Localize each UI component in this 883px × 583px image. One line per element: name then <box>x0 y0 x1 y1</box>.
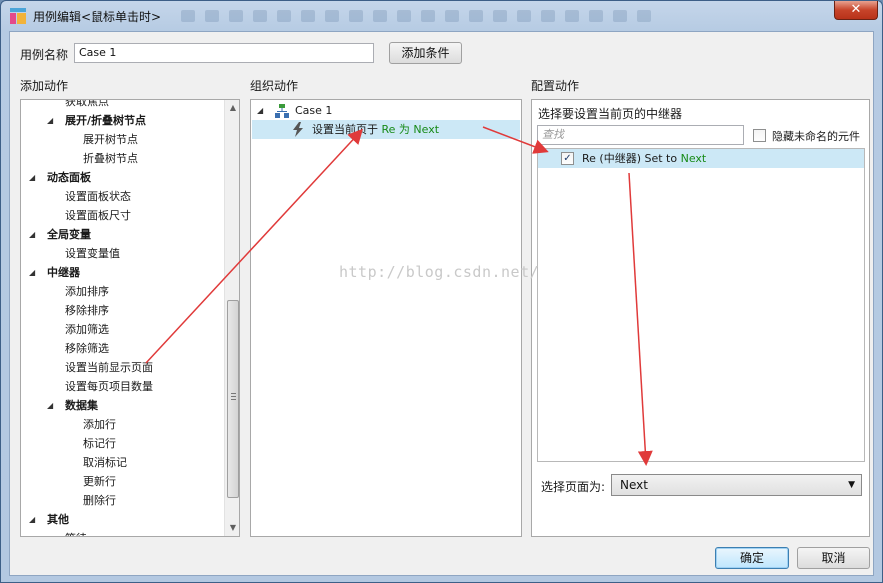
action-item[interactable]: 移除筛选 <box>21 339 221 358</box>
watermark: http://blog.csdn.net/ <box>339 263 540 281</box>
repeater-list: ✓ Re (中继器) Set to Next <box>537 148 865 462</box>
repeater-item-value: Next <box>680 152 707 165</box>
action-label: 更新行 <box>83 475 116 488</box>
selected-action-row[interactable]: 设置当前页于 Re 为 Next <box>252 120 520 139</box>
organize-actions-header: 组织动作 <box>250 79 299 93</box>
case-tree-icon <box>275 104 289 118</box>
scroll-up-arrow-icon[interactable]: ▲ <box>225 100 239 116</box>
select-page-dropdown[interactable]: Next ▼ <box>611 474 862 496</box>
tree-scrollbar[interactable]: ▲ ▼ <box>224 100 239 536</box>
add-actions-tree: 获取焦点 ◢ 展开/折叠树节点展开树节点折叠树节点 ◢ 动态面板设置面板状态 设置面板尺寸… <box>20 99 240 537</box>
action-item[interactable]: 等待 <box>21 529 221 536</box>
action-label: 添加筛选 <box>65 323 109 336</box>
select-page-value: Next <box>620 478 648 492</box>
repeater-search-input[interactable]: 查找 <box>537 125 744 145</box>
collapse-triangle-icon[interactable]: ◢ <box>47 111 53 130</box>
action-category[interactable]: ◢ 全局变量 <box>21 225 221 244</box>
title-bar[interactable]: 用例编辑<鼠标单击时> ✕ <box>1 1 882 31</box>
action-item[interactable]: 展开树节点 <box>21 130 221 149</box>
action-item[interactable]: 标记行 <box>21 434 221 453</box>
action-item[interactable]: 添加筛选 <box>21 320 221 339</box>
background-toolbar <box>181 7 781 25</box>
action-label: 取消标记 <box>83 456 127 469</box>
action-label: 移除筛选 <box>65 342 109 355</box>
action-category[interactable]: ◢ 中继器 <box>21 263 221 282</box>
action-group[interactable]: ◢ 展开/折叠树节点 <box>21 111 221 130</box>
collapse-triangle-icon[interactable]: ◢ <box>29 225 35 244</box>
action-label: 展开树节点 <box>83 133 138 146</box>
action-item[interactable]: 设置当前显示页面 <box>21 358 221 377</box>
collapse-triangle-icon[interactable]: ◢ <box>47 396 53 415</box>
action-item[interactable]: 移除排序 <box>21 301 221 320</box>
action-label: 数据集 <box>65 399 98 412</box>
select-page-label: 选择页面为: <box>541 480 606 494</box>
add-condition-button[interactable]: 添加条件 <box>389 42 462 64</box>
action-label: 设置面板尺寸 <box>65 209 131 222</box>
repeater-item-checkbox[interactable]: ✓ <box>561 152 574 165</box>
add-actions-header: 添加动作 <box>20 79 69 93</box>
action-item[interactable]: 设置面板尺寸 <box>21 206 221 225</box>
configure-actions-panel: 选择要设置当前页的中继器 查找 隐藏未命名的元件 ✓ Re (中继器) Set … <box>531 99 870 537</box>
action-prefix: 设置当前页于 <box>312 123 382 136</box>
collapse-triangle-icon[interactable]: ◢ <box>29 510 35 529</box>
action-item[interactable]: 更新行 <box>21 472 221 491</box>
action-label: 标记行 <box>83 437 116 450</box>
action-label: 设置面板状态 <box>65 190 131 203</box>
collapse-triangle-icon[interactable]: ◢ <box>29 263 35 282</box>
action-item[interactable]: 设置每页项目数量 <box>21 377 221 396</box>
repeater-subheader: 选择要设置当前页的中继器 <box>538 107 683 121</box>
action-label: 等待 <box>65 529 87 536</box>
action-label: 动态面板 <box>47 171 91 184</box>
collapse-triangle-icon[interactable]: ◢ <box>257 101 263 120</box>
case-name-label: 用例名称 <box>20 48 69 62</box>
action-label: 设置变量值 <box>65 247 120 260</box>
dialog-body: 用例名称 Case 1 添加条件 添加动作 组织动作 配置动作 获取焦点 ◢ 展开/… <box>9 31 874 576</box>
ok-button[interactable]: 确定 <box>715 547 789 569</box>
action-label: 设置当前显示页面 <box>65 361 153 374</box>
action-item[interactable]: 取消标记 <box>21 453 221 472</box>
scroll-thumb[interactable] <box>227 300 239 498</box>
action-label: 其他 <box>47 513 69 526</box>
action-label: 移除排序 <box>65 304 109 317</box>
hide-unnamed-checkbox[interactable] <box>753 129 766 142</box>
lightning-icon <box>293 122 303 137</box>
action-item[interactable]: 添加排序 <box>21 282 221 301</box>
organize-actions-tree: ◢ Case 1 设置当前页于 Re 为 Next <box>250 99 522 537</box>
action-label: 全局变量 <box>47 228 91 241</box>
action-label: 添加排序 <box>65 285 109 298</box>
action-item[interactable]: 折叠树节点 <box>21 149 221 168</box>
action-item[interactable]: 删除行 <box>21 491 221 510</box>
dialog-window: 用例编辑<鼠标单击时> ✕ 用例名称 Case 1 添加条件 添加动作 组织动作… <box>0 0 883 583</box>
action-item[interactable]: 添加行 <box>21 415 221 434</box>
case-name-input[interactable]: Case 1 <box>74 43 374 63</box>
action-label: 折叠树节点 <box>83 152 138 165</box>
action-label: 设置每页项目数量 <box>65 380 153 393</box>
action-target: Re 为 Next <box>381 123 440 136</box>
close-button[interactable]: ✕ <box>834 1 878 20</box>
configure-actions-header: 配置动作 <box>531 79 580 93</box>
action-group[interactable]: ◢ 数据集 <box>21 396 221 415</box>
repeater-item[interactable]: ✓ Re (中继器) Set to Next <box>538 149 864 168</box>
action-label: 中继器 <box>47 266 80 279</box>
window-title: 用例编辑<鼠标单击时> <box>33 10 162 24</box>
hide-unnamed-label: 隐藏未命名的元件 <box>772 130 860 143</box>
cancel-button[interactable]: 取消 <box>797 547 870 569</box>
action-label: 添加行 <box>83 418 116 431</box>
action-label: 删除行 <box>83 494 116 507</box>
scroll-down-arrow-icon[interactable]: ▼ <box>225 520 239 536</box>
collapse-triangle-icon[interactable]: ◢ <box>29 168 35 187</box>
app-icon <box>10 8 26 24</box>
action-label: 展开/折叠树节点 <box>65 114 147 127</box>
action-item[interactable]: 设置面板状态 <box>21 187 221 206</box>
action-label: 获取焦点 <box>65 99 109 108</box>
action-item[interactable]: 设置变量值 <box>21 244 221 263</box>
action-item[interactable]: 获取焦点 <box>21 99 221 111</box>
action-category[interactable]: ◢ 动态面板 <box>21 168 221 187</box>
action-category[interactable]: ◢ 其他 <box>21 510 221 529</box>
dropdown-arrow-icon[interactable]: ▼ <box>848 475 855 495</box>
case-node-label: Case 1 <box>295 104 333 117</box>
repeater-item-label: Re (中继器) Set to <box>582 152 681 165</box>
